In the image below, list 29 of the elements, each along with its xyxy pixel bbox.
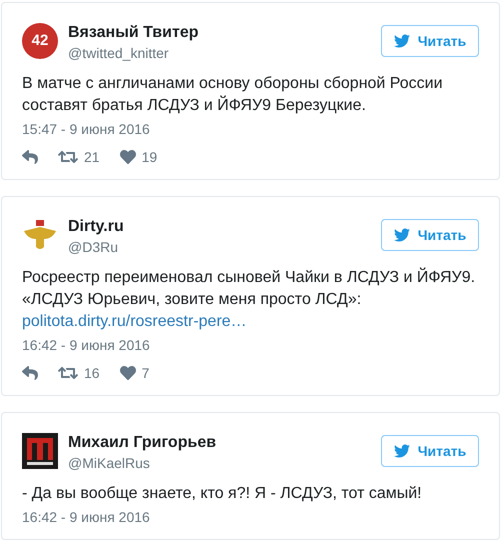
follow-button[interactable]: Читать xyxy=(381,219,479,251)
bird-icon xyxy=(394,33,410,49)
reply-icon[interactable] xyxy=(22,365,38,381)
retweet-count: 21 xyxy=(84,148,100,166)
tweet-link[interactable]: politota.dirty.ru/rosreestr-pere… xyxy=(22,313,247,330)
like-count: 7 xyxy=(142,364,150,382)
like-count: 19 xyxy=(142,148,158,166)
follow-button[interactable]: Читать xyxy=(381,25,479,57)
follow-button[interactable]: Читать xyxy=(381,435,479,467)
avatar: 42 xyxy=(22,23,58,59)
reply-icon[interactable] xyxy=(22,149,38,165)
heart-icon[interactable] xyxy=(120,149,136,165)
retweet-count: 16 xyxy=(84,364,100,382)
heart-icon[interactable] xyxy=(120,365,136,381)
author-name: Dirty.ru xyxy=(68,217,125,237)
author-handle: @MiKaelRus xyxy=(68,454,151,473)
author-name: Вязаный Твитер xyxy=(68,23,200,43)
tweet-time[interactable]: 15:47 - 9 июня 2016 xyxy=(22,119,479,139)
author-handle: @twitted_knitter xyxy=(68,44,170,63)
tweet-text: Росреестр переименовал сыновей Чайки в ЛСДУЗ и ЙФЯУ9. «ЛСДУЗ Юрьевич, зовите меня просто ЛСД»: politota.dirty.ru/rosreestr-pere… xyxy=(22,267,476,332)
tweet-time[interactable]: 16:42 - 9 июня 2016 xyxy=(22,507,479,527)
bird-icon xyxy=(394,227,410,243)
logo-icon xyxy=(22,433,58,469)
tweet-text: - Да вы вообще знаете, кто я?! Я - ЛСДУЗ, тот самый! xyxy=(22,484,423,504)
author-name: Михаил Григорьев xyxy=(68,433,218,453)
author-handle: @D3Ru xyxy=(68,238,120,257)
tweet-text: В матче с англичанами основу обороны сборной России составят братья ЛСДУЗ и ЙФЯУ9 Березуцкие. xyxy=(22,74,444,116)
bird-icon xyxy=(394,443,410,459)
tweet-time[interactable]: 16:42 - 9 июня 2016 xyxy=(22,335,479,355)
